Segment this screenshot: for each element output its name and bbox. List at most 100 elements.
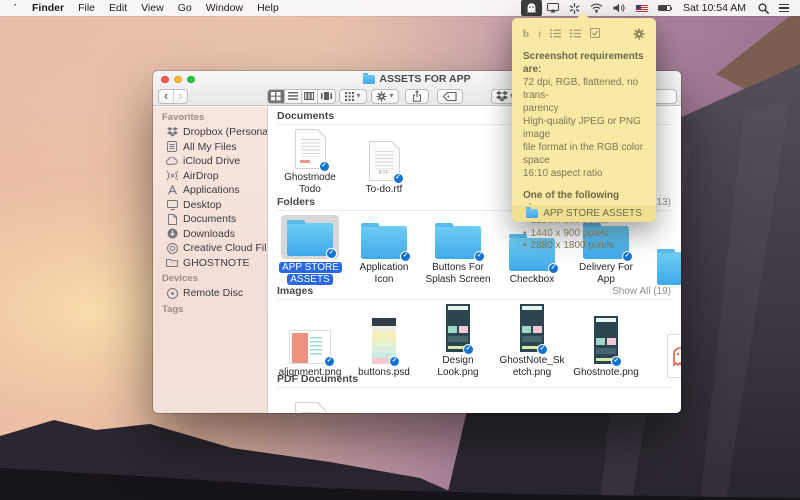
menubar-clock[interactable]: Sat 10:54 AM [676,2,753,14]
image-item[interactable]: ✓ Design Look.png [424,304,492,378]
apple-icon [10,3,19,14]
share-button[interactable] [405,89,429,104]
arrange-grid-icon [345,92,354,101]
menu-go[interactable]: Go [171,0,199,16]
sidebar-section-favorites: Favorites [153,109,267,125]
us-flag-icon [636,5,648,12]
menu-file[interactable]: File [71,0,102,16]
note-context-label: APP STORE ASSETS [543,208,642,219]
folder-item[interactable]: ✓ Buttons For Splash Screen [424,221,492,285]
coverflow-view-button[interactable] [318,89,335,104]
sidebar-item-label: All My Files [183,141,237,153]
dropbox-sync-badge: ✓ [400,251,411,262]
folder-item[interactable]: ✓ Application Icon [350,221,418,285]
menu-window[interactable]: Window [199,0,250,16]
folder-icon [166,257,178,269]
menubar: Finder File Edit View Go Window Help [0,0,800,16]
note-context-footer[interactable]: APP STORE ASSETS [512,205,656,222]
forward-button[interactable]: › [173,90,187,102]
search-icon [758,3,769,14]
sidebar-item-documents[interactable]: Documents [153,212,267,227]
section-title: Documents [277,110,334,122]
input-source-flag-icon[interactable] [631,0,653,16]
apple-menu[interactable] [10,3,19,14]
image-item[interactable]: ✓ buttons.psd [350,318,418,379]
arrange-button[interactable]: ▾ [339,89,367,104]
grid-view-icon [271,92,281,101]
sidebar-item-downloads[interactable]: Downloads [153,227,267,242]
numbered-list-button[interactable] [570,25,581,43]
airplay-display-icon[interactable] [542,0,564,16]
folder-item-partial[interactable] [646,247,681,285]
list-view-button[interactable] [285,89,302,104]
folder-item-selected[interactable]: ✓ APP STORE ASSETS [276,215,344,285]
view-switcher [267,89,336,104]
note-bullet-line: • 1440 x 900 pixels [523,228,645,241]
display-icon [547,3,559,13]
sidebar-item-remote-disc[interactable]: Remote Disc [153,286,267,301]
sidebar-item-applications[interactable]: Applications [153,183,267,198]
bold-button[interactable]: b [523,28,529,40]
back-button[interactable]: ‹ [159,90,173,102]
battery-icon [658,5,671,12]
coverflow-view-icon [321,92,332,100]
file-item-partial[interactable] [276,402,344,413]
action-button[interactable]: ▾ [371,89,399,104]
column-view-icon [304,92,314,100]
dropbox-sync-badge: ✓ [324,356,335,367]
sidebar-item-label: Documents [183,213,236,225]
volume-menu-icon[interactable] [608,0,631,16]
tag-button[interactable] [437,89,463,104]
note-line: 16:10 aspect ratio [523,167,645,180]
checklist-button[interactable] [590,25,600,43]
image-item[interactable]: ✓ Ghostnote.png [572,316,640,379]
dropbox-sync-badge: ✓ [389,356,400,367]
section-pdf-documents: PDF Documents [268,370,681,413]
file-item[interactable]: ✓ Ghostmode Todo [276,129,344,195]
file-item[interactable]: RTF ✓ To-do.rtf [350,141,418,196]
menu-view[interactable]: View [134,0,171,16]
italic-button[interactable]: i [538,28,541,40]
sidebar: Favorites Dropbox (Personal) All My File… [153,107,268,413]
note-line: parency [523,102,645,115]
wifi-icon [590,3,603,13]
disc-icon [166,287,178,299]
sidebar-item-all-my-files[interactable]: All My Files [153,140,267,155]
battery-menu-icon[interactable] [653,0,676,16]
column-view-button[interactable] [302,89,319,104]
menu-help[interactable]: Help [250,0,286,16]
airdrop-icon [166,170,178,182]
note-bullet-line: • 2880 x 1800 pixels [523,240,645,253]
show-all-link[interactable]: Show All (19) [612,286,671,297]
image-item[interactable]: ✓ GhostNote_Sketch.png [498,304,566,378]
sidebar-item-creative-cloud[interactable]: Creative Cloud Files [153,241,267,256]
dropbox-sync-badge: ✓ [474,251,485,262]
sidebar-item-airdrop[interactable]: AirDrop [153,169,267,184]
dropbox-sync-badge: ✓ [319,161,330,172]
ghostnote-popup: b i Screenshot requirements are: 72 dp [512,18,656,222]
sidebar-item-label: Dropbox (Personal) [183,126,268,138]
document-file-icon [295,402,326,413]
spotlight-menu-icon[interactable] [753,0,774,16]
ghostnote-menu-icon[interactable] [521,0,542,16]
menu-edit[interactable]: Edit [102,0,134,16]
sidebar-item-label: Downloads [183,228,235,240]
folder-icon [363,75,375,84]
sidebar-item-ghostnote[interactable]: GHOSTNOTE [153,256,267,271]
bullet-glyph: • [523,240,527,253]
note-settings-button[interactable] [633,28,645,40]
sidebar-item-icloud-drive[interactable]: iCloud Drive [153,154,267,169]
sidebar-item-label: iCloud Drive [183,155,240,167]
sidebar-item-dropbox[interactable]: Dropbox (Personal) [153,125,267,140]
dropbox-icon [496,91,508,102]
bullet-list-button[interactable] [550,25,561,43]
section-title: Folders [277,196,315,208]
sidebar-item-label: Creative Cloud Files [183,242,268,254]
desktop: Finder File Edit View Go Window Help [0,0,800,500]
notification-center-menu-icon[interactable] [774,0,794,16]
document-icon [166,213,178,225]
icon-view-button[interactable] [268,89,285,104]
sidebar-item-desktop[interactable]: Desktop [153,198,267,213]
menu-finder[interactable]: Finder [25,0,71,16]
window-title: ASSETS FOR APP [379,73,470,85]
